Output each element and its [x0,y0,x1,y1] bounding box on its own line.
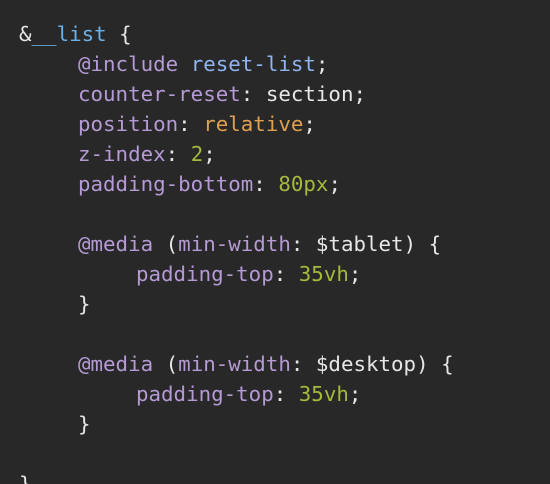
token: counter-reset [78,82,241,106]
code-line-5: z-index: 2; [0,139,550,169]
token: $desktop [315,352,417,376]
token: } [78,412,91,436]
token: padding-top [136,382,274,406]
token: ; [303,112,316,136]
code-line-3: counter-reset: section; [0,79,550,109]
token: ; [328,172,341,196]
token: ; [353,82,367,106]
token: : [290,232,316,256]
token: @media [78,232,154,256]
token: padding-top [136,262,274,286]
code-line-6: padding-bottom: 80px; [0,169,550,199]
token: : [273,382,299,406]
token: @include [78,52,179,76]
token: 80px [278,172,329,196]
code-line-8: @media (min-width: $tablet) { [0,229,550,259]
token: { [106,22,132,46]
token: : [253,172,279,196]
token: padding-bottom [78,172,254,196]
token: : [273,262,299,286]
token: ( [153,232,179,256]
token: ) { [403,232,442,256]
token: } [19,472,32,484]
token: : [165,142,191,166]
token: min-width [178,232,291,256]
token: } [78,292,91,316]
code-line-10: } [0,289,550,319]
code-line-1: &__list { [0,19,550,49]
token: z-index [78,142,166,166]
code-line-13: padding-top: 35vh; [0,379,550,409]
token: ) { [416,352,454,376]
token: $tablet [315,232,404,256]
token: ; [203,142,216,166]
token: 35vh [298,262,349,286]
token: section [265,82,354,106]
token: __list [31,22,107,46]
token: @media [78,352,154,376]
token: : [290,352,316,376]
code-line-9: padding-top: 35vh; [0,259,550,289]
token: position [78,112,179,136]
code-line-16: } [0,469,550,484]
token: 35vh [298,382,349,406]
token: ( [153,352,179,376]
token: ; [348,262,362,286]
code-line-2: @include reset-list; [0,49,550,79]
code-line-4: position: relative; [0,109,550,139]
code-line-14: } [0,409,550,439]
token: reset-list [190,52,316,76]
code-line-12: @media (min-width: $desktop) { [0,349,550,379]
token: & [19,22,32,46]
code-editor: &__list { @include reset-list; counter-r… [0,0,550,484]
token: ; [348,382,362,406]
token: relative [203,112,304,136]
token: min-width [178,352,291,376]
token: : [240,82,266,106]
token: ; [315,52,329,76]
token: : [178,112,204,136]
token: 2 [190,142,204,166]
